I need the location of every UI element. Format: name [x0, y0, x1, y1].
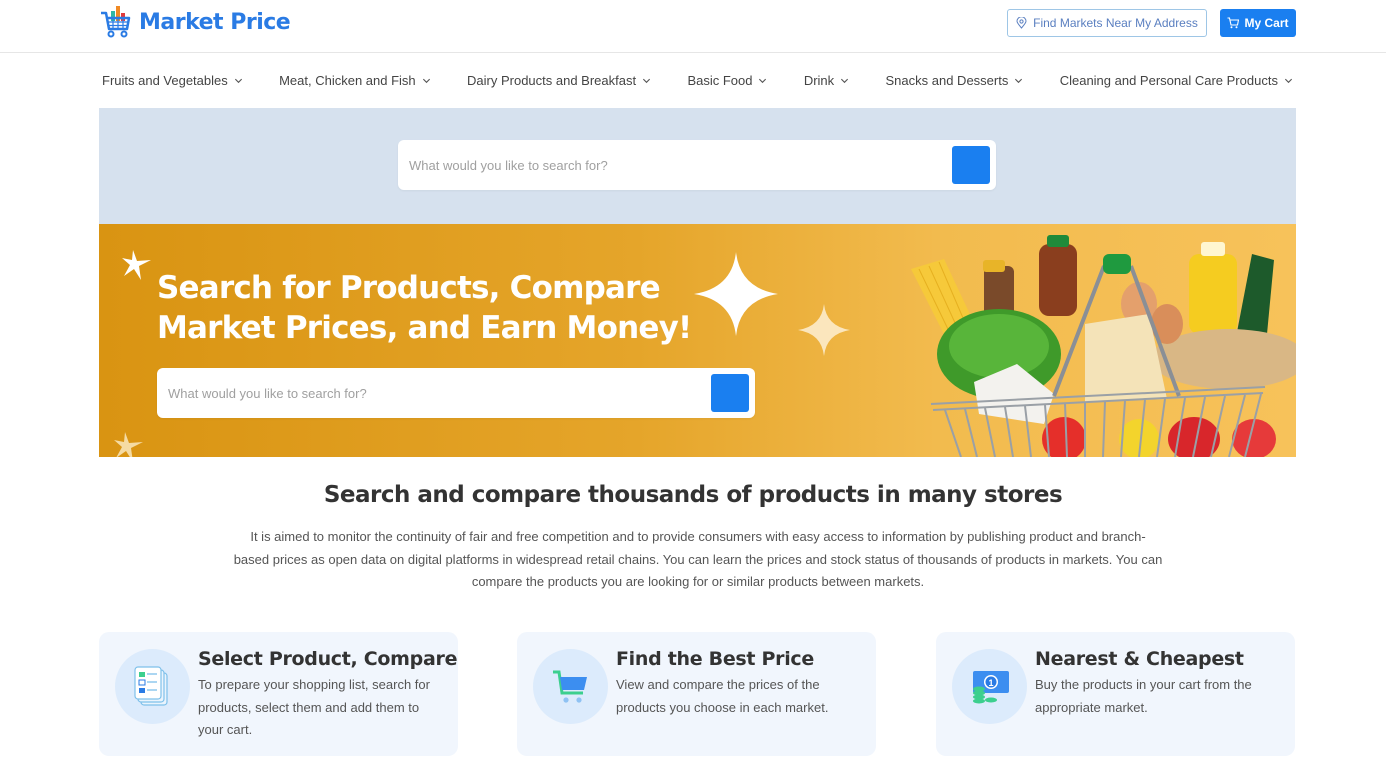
card-title: Select Product, Compare: [198, 648, 458, 670]
hero-search-bar: [157, 368, 755, 418]
top-header: Market Price Find Markets Near My Addres…: [0, 0, 1386, 53]
find-markets-label: Find Markets Near My Address: [1033, 16, 1198, 30]
hero-banner: Search for Products, Compare Market Pric…: [99, 224, 1296, 457]
cart-icon: [1227, 17, 1240, 29]
card-title: Nearest & Cheapest: [1035, 648, 1244, 670]
chevron-down-icon: [234, 78, 242, 84]
search-input[interactable]: [398, 140, 952, 190]
card-text: View and compare the prices of the produ…: [616, 677, 829, 715]
category-label: Snacks and Desserts: [885, 73, 1009, 88]
category-label: Basic Food: [687, 73, 753, 88]
my-cart-button[interactable]: My Cart: [1220, 9, 1296, 37]
category-cleaning-personal-care[interactable]: Cleaning and Personal Care Products: [1060, 73, 1293, 88]
card-text: Buy the products in your cart from the a…: [1035, 677, 1252, 715]
sparkle-icon: [122, 250, 151, 280]
category-basic-food[interactable]: Basic Food: [687, 73, 767, 88]
chevron-down-icon: [1284, 78, 1292, 84]
category-dairy-breakfast[interactable]: Dairy Products and Breakfast: [467, 73, 651, 88]
find-markets-button[interactable]: Find Markets Near My Address: [1007, 9, 1207, 37]
oil-bottle-illustration: [1189, 254, 1237, 334]
hero-search-input[interactable]: [157, 368, 711, 418]
cart-icon: [552, 670, 587, 703]
category-label: Dairy Products and Breakfast: [467, 73, 637, 88]
category-label: Meat, Chicken and Fish: [279, 73, 416, 88]
card-icon-circle: [115, 649, 190, 724]
feature-card-nearest-cheapest: 1 Nearest & Cheapest Buy the products in…: [936, 632, 1295, 756]
category-label: Drink: [803, 73, 835, 88]
card-text: To prepare your shopping list, search fo…: [198, 677, 430, 737]
category-drink[interactable]: Drink: [804, 73, 849, 88]
chevron-down-icon: [422, 78, 430, 84]
card-icon-circle: 1: [952, 649, 1027, 724]
chevron-down-icon: [759, 78, 767, 84]
shopping-cart-logo-icon: [101, 6, 131, 38]
chevron-down-icon: [841, 78, 849, 84]
category-fruits-vegetables[interactable]: Fruits and Vegetables: [102, 73, 243, 88]
my-cart-label: My Cart: [1244, 16, 1289, 30]
search-button[interactable]: [952, 146, 990, 184]
info-title: Search and compare thousands of products…: [323, 482, 1063, 508]
category-label: Cleaning and Personal Care Products: [1059, 73, 1278, 88]
search-strip: [99, 108, 1296, 224]
wine-bottle-illustration: [1237, 254, 1274, 334]
category-meat-chicken-fish[interactable]: Meat, Chicken and Fish: [279, 73, 431, 88]
hero-title-line2: Market Prices, and Earn Money!: [157, 310, 692, 346]
sparkle-icon: [114, 432, 143, 457]
feature-card-best-price: Find the Best Price View and compare the…: [517, 632, 876, 756]
map-pin-icon: [1016, 17, 1027, 29]
hero-search-button[interactable]: [711, 374, 749, 412]
chevron-down-icon: [643, 78, 651, 84]
category-label: Fruits and Vegetables: [102, 73, 228, 88]
checklist-icon: [133, 665, 168, 706]
card-icon-circle: [533, 649, 608, 724]
logo[interactable]: Market Price: [99, 5, 291, 39]
feature-card-select-product: Select Product, Compare To prepare your …: [99, 632, 458, 756]
sparkle-icon: [694, 252, 778, 336]
grocery-basket-image: [911, 235, 1296, 457]
card-title: Find the Best Price: [616, 648, 814, 670]
bottle-illustration: [1039, 244, 1077, 316]
sparkle-icon: [798, 304, 850, 356]
search-bar: [398, 140, 996, 190]
hero-title: Search for Products, Compare Market Pric…: [157, 268, 692, 348]
svg-text:1: 1: [988, 678, 993, 688]
hero-title-line1: Search for Products, Compare: [157, 270, 661, 306]
category-nav: Fruits and Vegetables Meat, Chicken and …: [99, 53, 1296, 108]
money-icon: 1: [972, 670, 1009, 703]
bottle-illustration: [984, 266, 1014, 316]
category-snacks-desserts[interactable]: Snacks and Desserts: [886, 73, 1024, 88]
info-description: It is aimed to monitor the continuity of…: [233, 529, 1163, 589]
chevron-down-icon: [1015, 78, 1023, 84]
brand-name: Market Price: [139, 9, 291, 35]
